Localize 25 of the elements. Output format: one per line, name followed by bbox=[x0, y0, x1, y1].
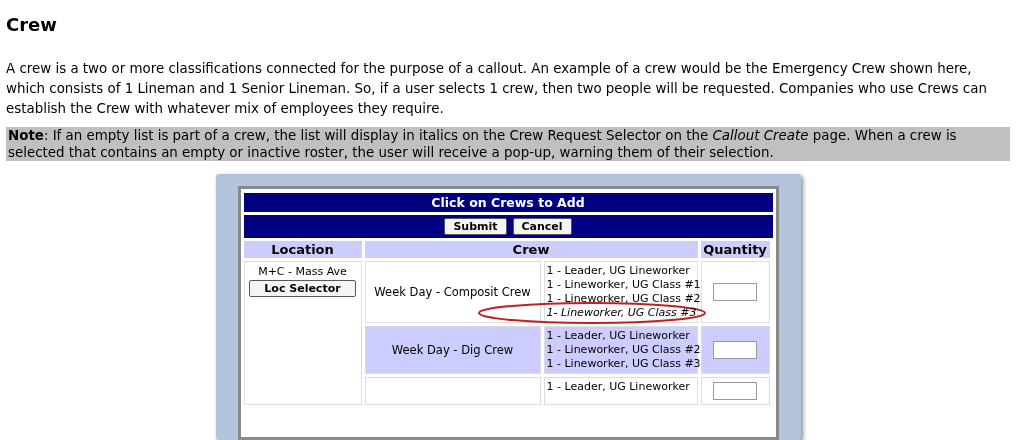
crew-name-cell[interactable]: Week Day - Dig Crew bbox=[364, 326, 541, 374]
column-header: Crew bbox=[364, 241, 698, 258]
dialog-button[interactable]: Submit bbox=[444, 218, 507, 235]
crew-member: 1 - Leader, UG Lineworker bbox=[546, 380, 690, 393]
loc-selector-button[interactable]: Loc Selector bbox=[249, 280, 356, 297]
crew-member: 1 - Leader, UG Lineworker bbox=[546, 264, 690, 277]
intro-paragraph: A crew is a two or more classifications connected for the purpose of a callout. An example of a crew would be the Emergency Crew shown here, which consists of 1 Lineman and 1 Senior Lineman. So, if a user selects 1 crew, then two people will be requested. Companies who use Crews can establish the Crew with whatever mix of employees they require. bbox=[6, 60, 988, 118]
crew-member: 1- Lineworker, UG Class #3 bbox=[546, 306, 697, 319]
dialog-title-bar: Click on Crews to Add bbox=[243, 193, 773, 212]
dialog-button[interactable]: Cancel bbox=[512, 218, 572, 235]
quantity-field[interactable] bbox=[713, 283, 757, 301]
section-heading: Crew bbox=[6, 14, 58, 35]
crew-member: 1 - Leader, UG Lineworker bbox=[546, 329, 690, 342]
note-paragraph: Note: If an empty list is part of a crew, the list will display in italics on the Crew Request Selector on the Callout Create page. When a crew is selected that contains an empty or inactive roster, the user will receive a pop-up, warning them of their selection. bbox=[6, 127, 1010, 161]
column-header: Location bbox=[243, 241, 362, 258]
quantity-field[interactable] bbox=[713, 382, 757, 400]
location-name: M+C - Mass Ave bbox=[258, 265, 347, 278]
crew-member: 1 - Lineworker, UG Class #1 bbox=[546, 278, 701, 291]
quantity-field[interactable] bbox=[713, 341, 757, 359]
crew-member: 1 - Lineworker, UG Class #3 bbox=[546, 357, 701, 370]
crew-name-cell[interactable] bbox=[364, 377, 541, 405]
column-header: Quantity bbox=[700, 241, 770, 258]
crew-name-cell[interactable]: Week Day - Composit Crew bbox=[364, 261, 541, 323]
crew-member: 1 - Lineworker, UG Class #2 bbox=[546, 343, 701, 356]
crew-member: 1 - Lineworker, UG Class #2 bbox=[546, 292, 701, 305]
